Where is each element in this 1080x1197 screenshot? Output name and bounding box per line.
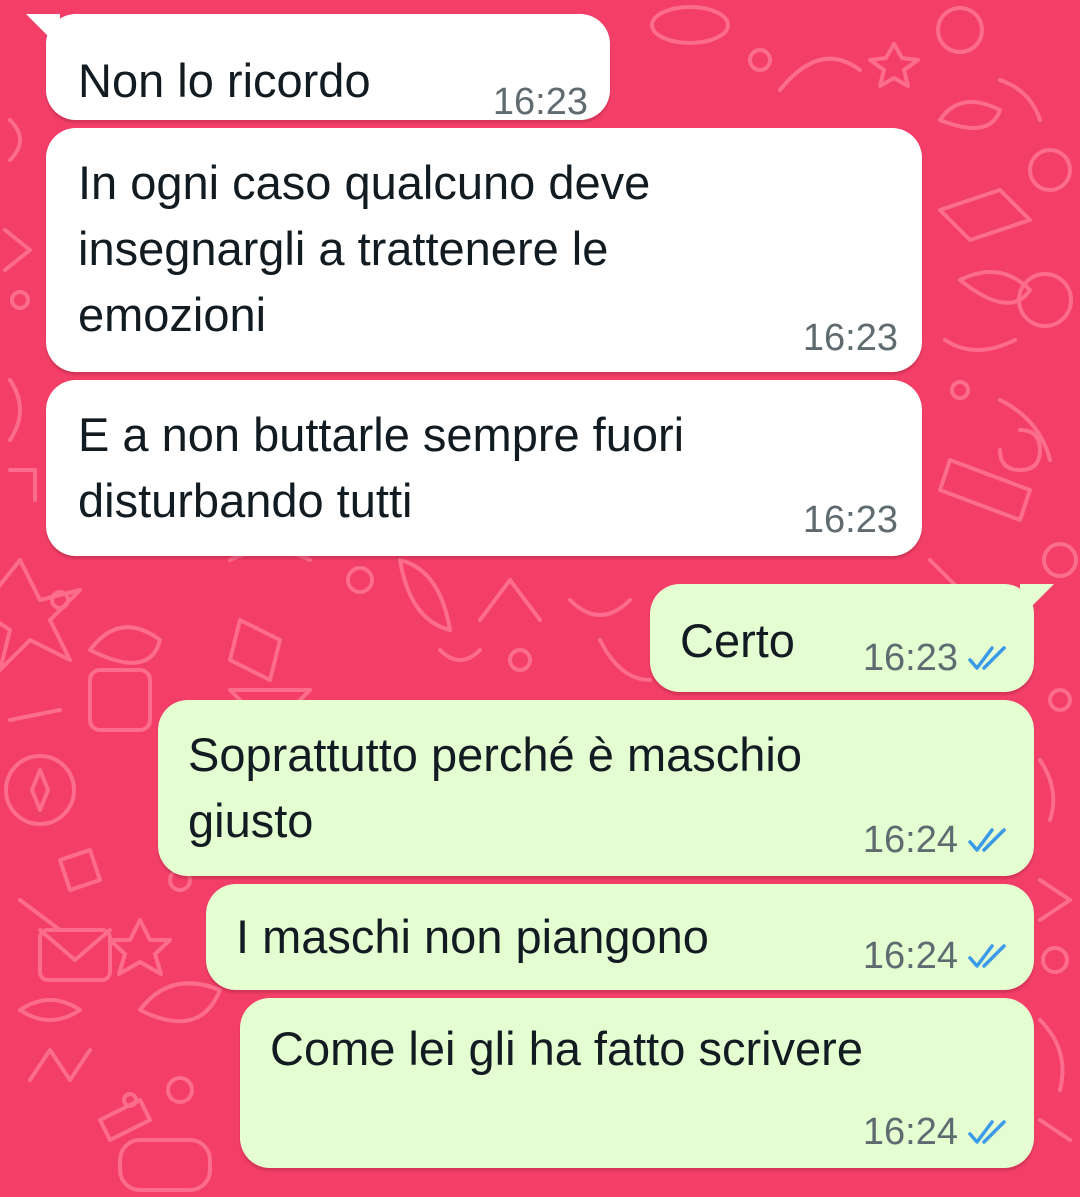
incoming-message[interactable]: Non lo ricordo 16:23 [26,14,610,123]
message-text: Come lei gli ha fatto scrivere [270,1022,863,1075]
message-text: emozioni [78,288,267,341]
outgoing-message[interactable]: Come lei gli ha fatto scrivere 16:24 [240,998,1034,1168]
message-text: E a non buttarle sempre fuori [78,408,685,461]
message-time: 16:24 [862,819,958,861]
incoming-message[interactable]: E a non buttarle sempre fuori disturband… [46,380,922,556]
double-check-read-icon [968,828,1006,852]
double-check-read-icon [968,1120,1006,1144]
chat-message-list: Non lo ricordo 16:23 In ogni caso qualcu… [0,0,1080,1197]
message-text: disturbando tutti [78,474,413,527]
message-timestamp: 16:23 [863,636,1010,680]
double-check-read-icon [968,646,1006,670]
message-text: I maschi non piangono [236,910,709,963]
double-check-read-icon [968,944,1006,968]
message-time: 16:24 [862,1111,958,1153]
message-timestamp: 16:23 [803,498,898,542]
outgoing-message[interactable]: Certo 16:23 [650,584,1054,692]
message-timestamp: 16:24 [863,934,1010,978]
message-text: insegnargli a trattenere le [78,222,609,275]
message-time: 16:23 [862,637,958,679]
message-timestamp: 16:24 [863,1110,1010,1154]
message-text: giusto [188,794,314,847]
message-text: Non lo ricordo [78,54,371,107]
outgoing-message[interactable]: I maschi non piangono 16:24 [206,884,1034,990]
outgoing-message[interactable]: Soprattutto perché è maschio giusto 16:2… [158,700,1034,876]
message-text: In ogni caso qualcuno deve [78,156,651,209]
message-time: 16:23 [802,499,898,541]
message-text: Certo [680,614,795,667]
message-timestamp: 16:23 [493,80,588,124]
message-timestamp: 16:23 [803,316,898,360]
message-time: 16:24 [862,935,958,977]
message-time: 16:23 [492,81,588,123]
bubble-tail [1020,584,1054,618]
bubble-tail [26,14,60,48]
message-text: Soprattutto perché è maschio [188,728,802,781]
message-timestamp: 16:24 [863,818,1010,862]
message-time: 16:23 [802,317,898,359]
incoming-message[interactable]: In ogni caso qualcuno deve insegnargli a… [46,128,922,372]
